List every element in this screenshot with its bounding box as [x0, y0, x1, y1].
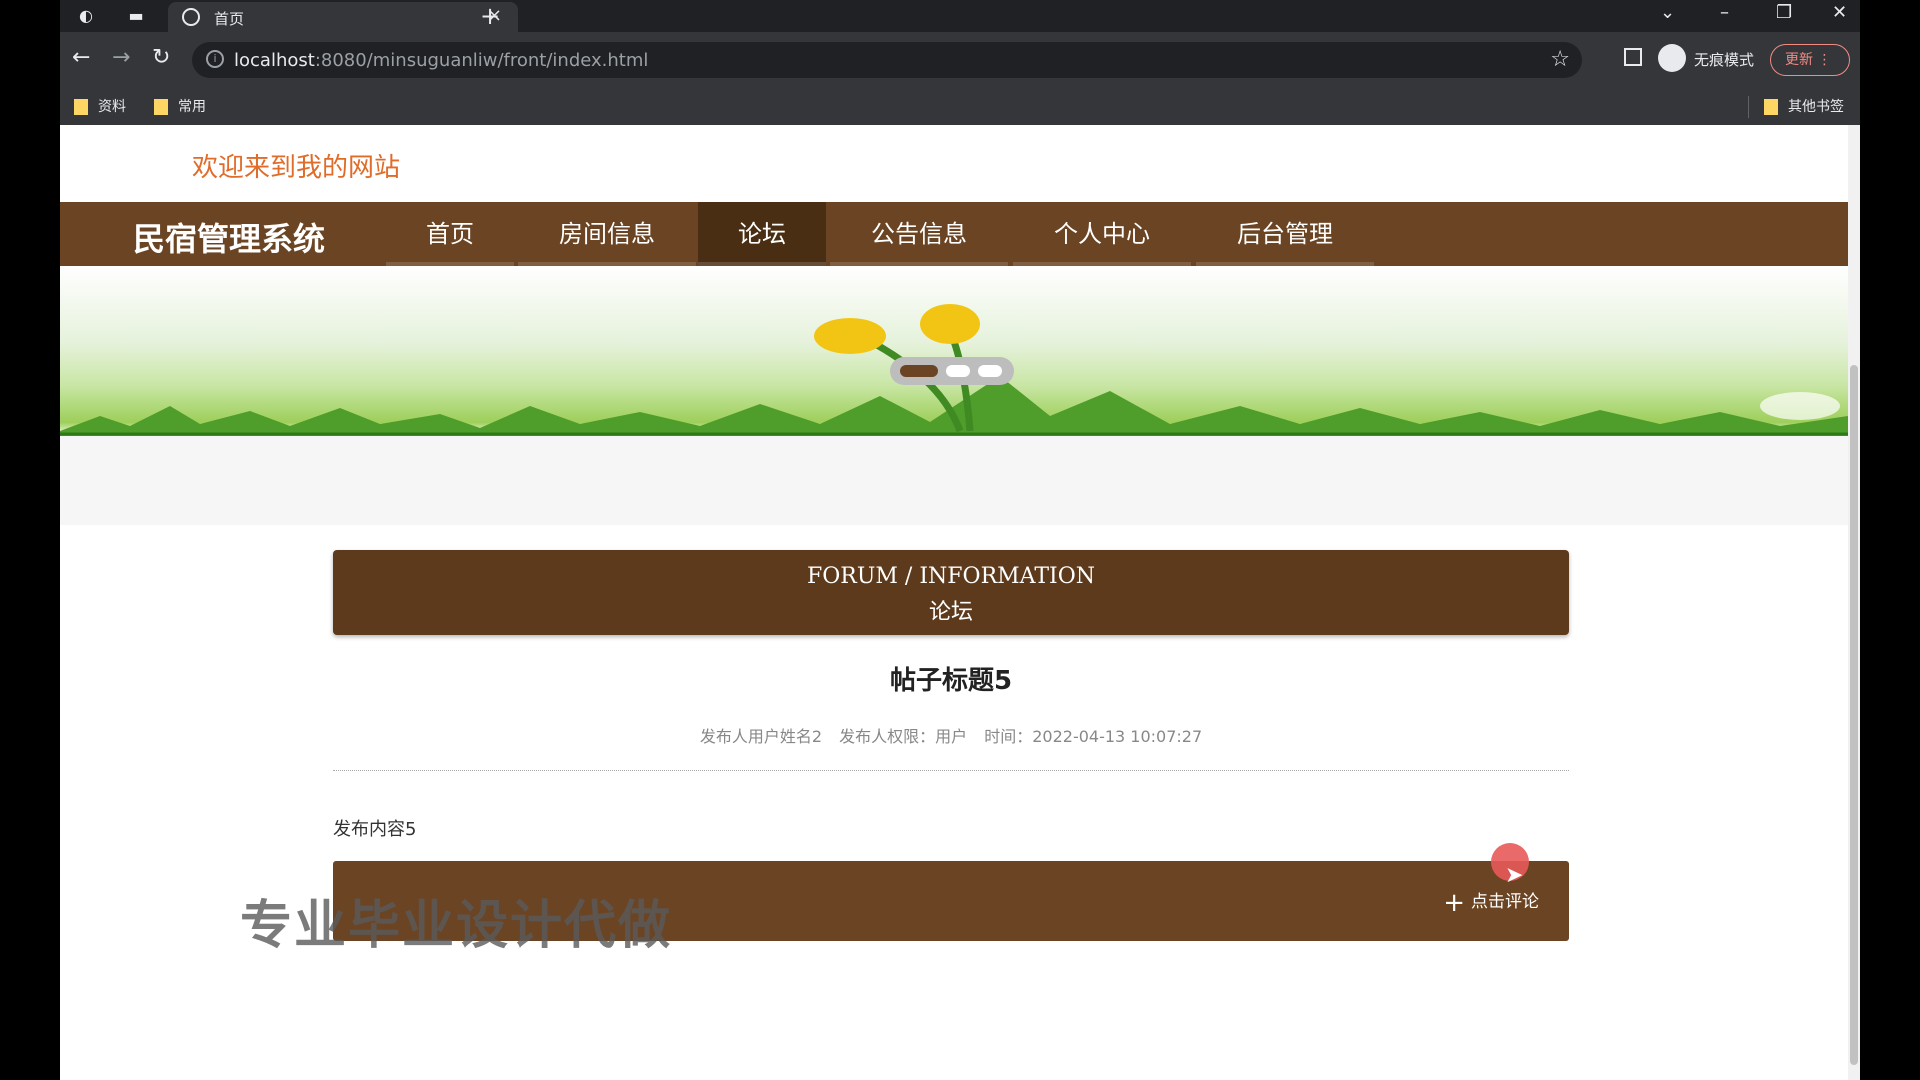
section-title-cn: 论坛 — [928, 600, 973, 625]
bookmarks-bar: 资料 常用 其他书签 — [60, 88, 1860, 125]
globe-icon — [182, 8, 200, 26]
nav-admin[interactable]: 后台管理 — [1196, 202, 1374, 266]
post-role: 发布人权限：用户 — [839, 727, 968, 746]
main-navbar: 民宿管理系统 首页 房间信息 论坛 公告信息 个人中心 后台管理 — [60, 202, 1848, 266]
window-icon[interactable]: ▬ — [126, 6, 146, 26]
plus-icon: + — [1443, 888, 1465, 918]
page-viewport: 欢迎来到我的网站 民宿管理系统 首页 房间信息 论坛 公告信息 个人中心 后台管… — [60, 125, 1860, 1080]
minimize-icon[interactable]: – — [1720, 2, 1729, 23]
browser-menu-icon[interactable]: ◐ — [76, 6, 96, 26]
bookmark-divider — [1748, 96, 1749, 118]
carousel-indicators — [890, 357, 1014, 385]
welcome-text: 欢迎来到我的网站 — [192, 153, 401, 183]
watermark-text: 专业毕业设计代做 — [240, 896, 673, 956]
update-button[interactable]: 更新 ⋮ — [1770, 44, 1850, 76]
nav-home[interactable]: 首页 — [386, 202, 514, 266]
post-author: 发布人用户姓名2 — [699, 727, 823, 746]
post-content: 发布内容5 — [333, 819, 417, 840]
info-icon[interactable]: i — [206, 50, 224, 68]
page-scrollbar[interactable] — [1848, 125, 1860, 1080]
address-bar[interactable]: i localhost:8080/minsuguanliw/front/inde… — [192, 42, 1582, 78]
screen: ◐ ▬ 首页 × + ⌄ – ❐ ✕ ← → ↻ i localhost:808… — [0, 0, 1920, 1080]
nav-rooms[interactable]: 房间信息 — [518, 202, 696, 266]
browser-toolbar: ← → ↻ i localhost:8080/minsuguanliw/fron… — [60, 32, 1860, 88]
incognito-icon[interactable] — [1658, 44, 1686, 72]
comment-button[interactable]: + 点击评论 — [1443, 887, 1539, 918]
other-bookmarks[interactable]: 其他书签 — [1764, 97, 1844, 117]
cursor-icon: ➤ — [1505, 863, 1524, 888]
nav-notices[interactable]: 公告信息 — [830, 202, 1008, 266]
carousel-dot[interactable] — [978, 365, 1002, 377]
site-brand[interactable]: 民宿管理系统 — [133, 214, 325, 260]
carousel-dot-active[interactable] — [900, 365, 938, 377]
star-icon[interactable]: ☆ — [1550, 47, 1570, 72]
nav-forum[interactable]: 论坛 — [698, 202, 826, 266]
sidebar-icon[interactable] — [1624, 48, 1642, 66]
post-meta: 发布人用户姓名2 发布人权限：用户 时间：2022-04-13 10:07:27 — [333, 723, 1569, 747]
tab-title: 首页 — [214, 10, 245, 28]
bookmark-folder[interactable]: 资料 — [74, 97, 126, 117]
divider — [333, 770, 1569, 771]
scrollbar-thumb[interactable] — [1850, 365, 1858, 1065]
forward-icon[interactable]: → — [112, 46, 130, 70]
new-tab-icon[interactable]: + — [480, 2, 500, 30]
post-time: 时间：2022-04-13 10:07:27 — [984, 727, 1203, 746]
carousel-dot[interactable] — [946, 365, 970, 377]
back-icon[interactable]: ← — [72, 46, 90, 70]
grass-flowers-illustration — [60, 304, 1848, 436]
carousel-banner-image[interactable] — [60, 266, 1848, 436]
close-icon[interactable]: ✕ — [1832, 2, 1847, 23]
incognito-label: 无痕模式 — [1694, 51, 1755, 69]
tab-search-icon[interactable]: ⌄ — [1660, 2, 1675, 23]
tab-home[interactable]: 首页 × — [168, 2, 518, 32]
reload-icon[interactable]: ↻ — [152, 46, 170, 70]
tab-bar: ◐ ▬ 首页 × + ⌄ – ❐ ✕ — [60, 0, 1860, 32]
url-text[interactable]: localhost:8080/minsuguanliw/front/index.… — [234, 50, 648, 71]
bookmark-folder[interactable]: 常用 — [154, 97, 206, 117]
comment-button-label: 点击评论 — [1471, 892, 1539, 912]
nav-profile[interactable]: 个人中心 — [1013, 202, 1191, 266]
browser-chrome: ◐ ▬ 首页 × + ⌄ – ❐ ✕ ← → ↻ i localhost:808… — [60, 0, 1860, 125]
post-title: 帖子标题5 — [889, 666, 1013, 696]
forum-section-header: FORUM / INFORMATION 论坛 — [333, 550, 1569, 635]
section-title-en: FORUM / INFORMATION — [807, 564, 1095, 589]
restore-icon[interactable]: ❐ — [1776, 2, 1792, 23]
